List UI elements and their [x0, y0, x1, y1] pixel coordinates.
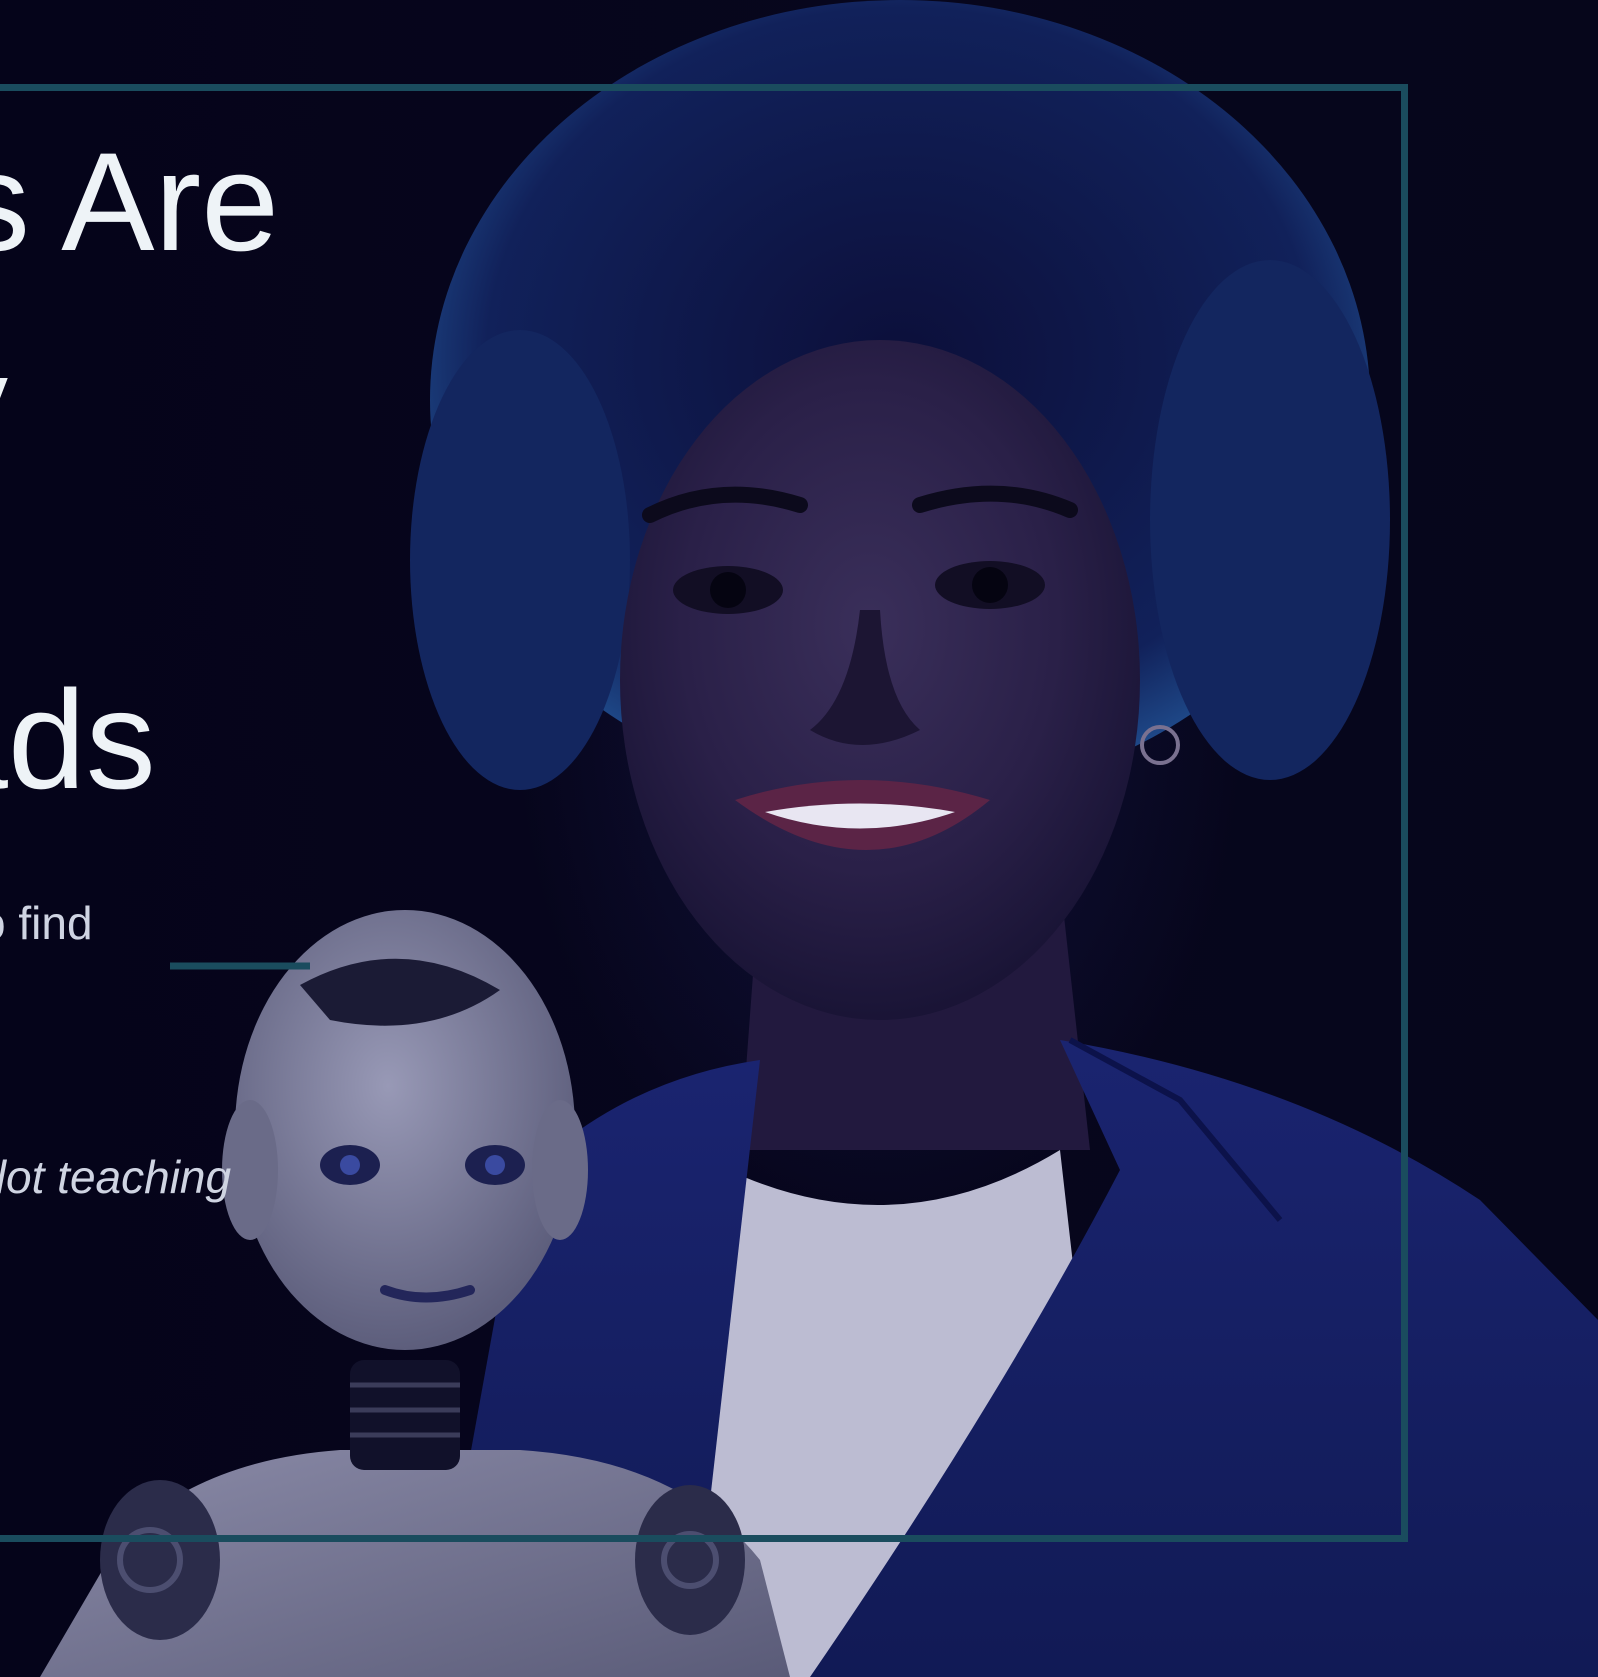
- image-caption: pilot teaching: [0, 1151, 232, 1203]
- hero-section: s Are y ads o find . pilot teaching: [0, 0, 1598, 1677]
- decorative-frame: [0, 84, 1408, 1542]
- body-text-line-1: o find: [0, 897, 93, 949]
- headline-line-1: s Are: [0, 123, 280, 280]
- headline-line-2: y: [0, 334, 8, 474]
- headline-line-3: ads: [0, 661, 156, 818]
